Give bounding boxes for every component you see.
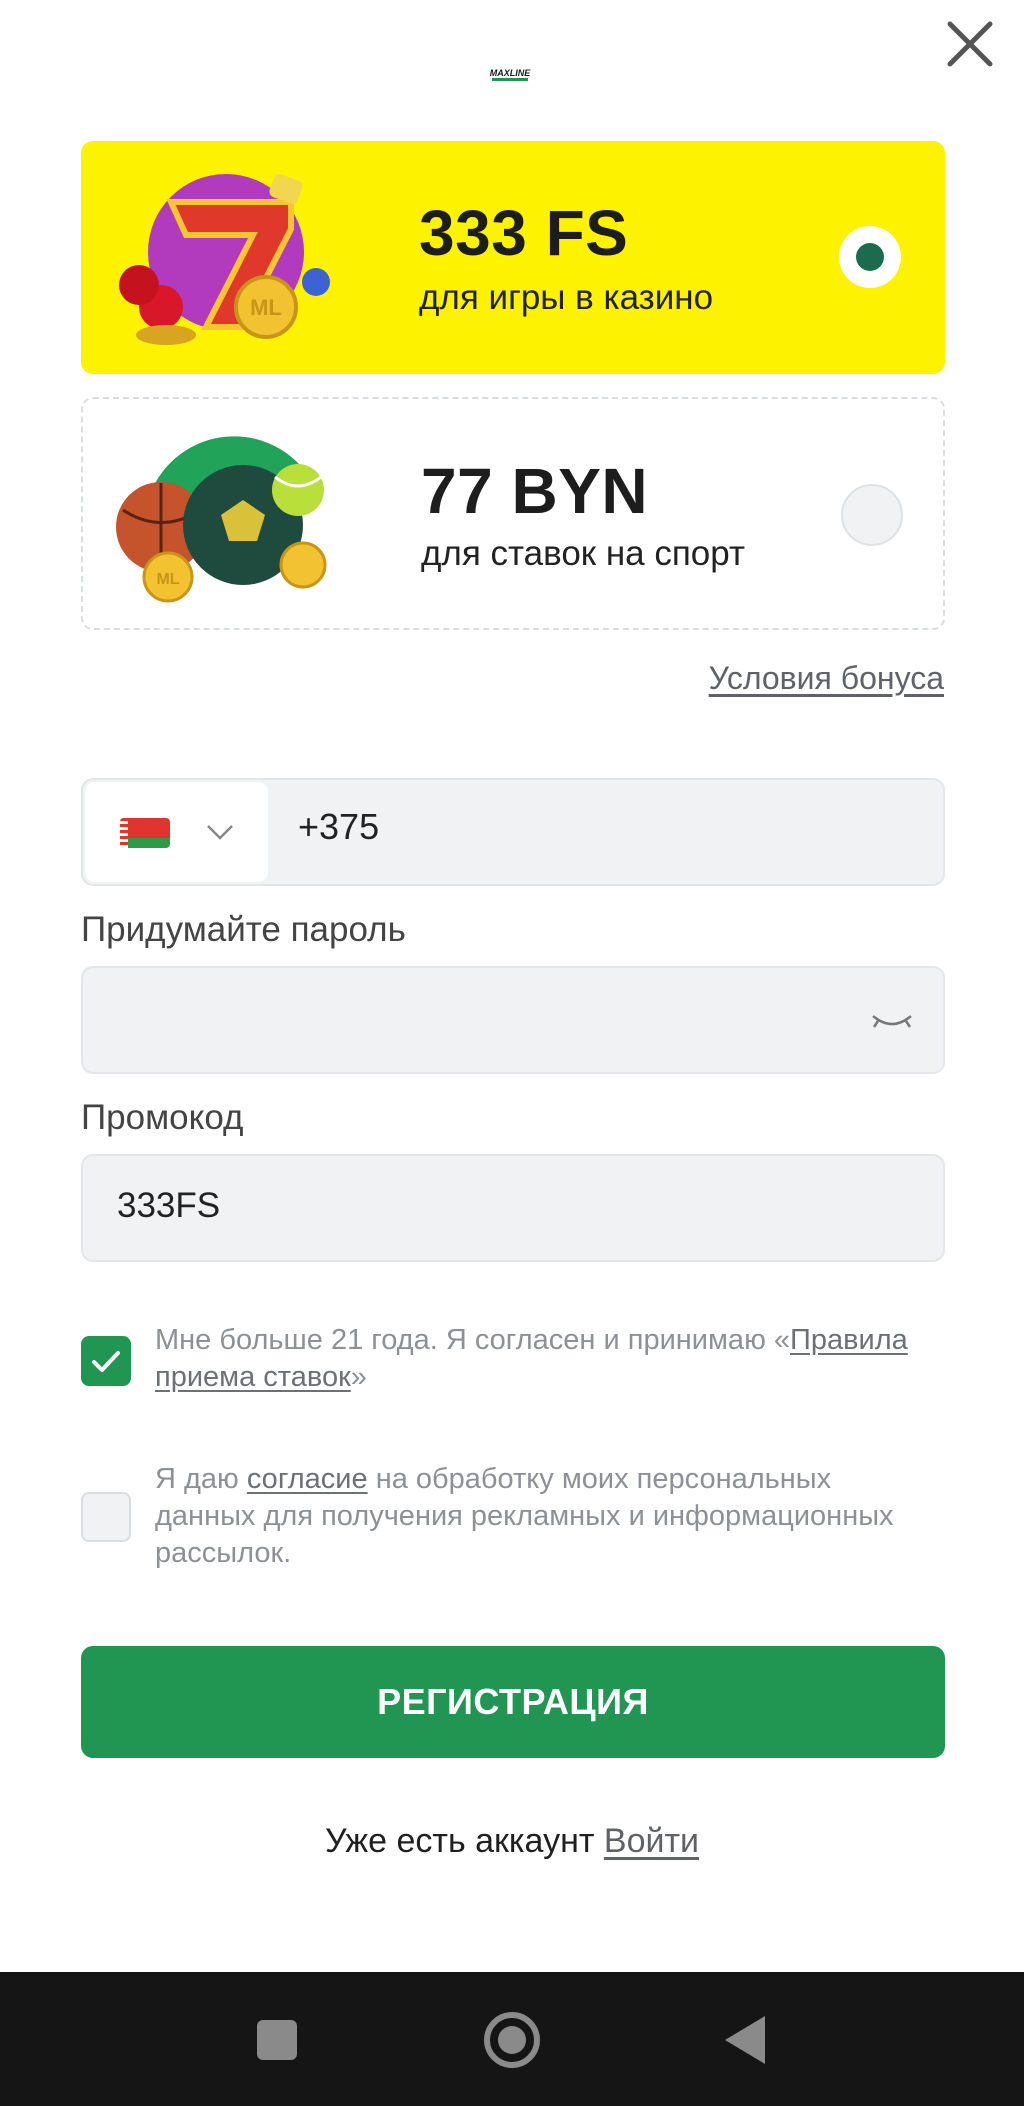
chevron-down-icon — [207, 825, 233, 840]
system-nav-bar — [0, 1972, 1024, 2106]
casino-slot-seven-icon: ML — [119, 174, 330, 345]
password-label: Придумайте пароль — [81, 910, 406, 949]
bonus-radio-unselected[interactable] — [841, 484, 903, 546]
bonus-terms-link[interactable]: Условия бонуса — [709, 660, 944, 697]
password-input[interactable] — [81, 966, 945, 1074]
back-triangle-icon[interactable] — [715, 2008, 779, 2072]
svg-text:ML: ML — [250, 295, 282, 320]
bonus-amount: 77 BYN — [421, 455, 649, 527]
bonus-amount: 333 FS — [419, 197, 629, 269]
promo-field[interactable]: 333FS — [81, 1154, 945, 1262]
login-prompt: Уже есть аккаунт Войти — [0, 1822, 1024, 1861]
promo-input[interactable]: 333FS — [117, 1186, 220, 1226]
marketing-agreement-text: Я даю согласие на обработку моих персона… — [155, 1463, 894, 1569]
close-button[interactable] — [944, 18, 996, 70]
register-button[interactable]: РЕГИСТРАЦИЯ — [81, 1646, 945, 1758]
marketing-checkbox[interactable] — [81, 1492, 131, 1542]
home-circle-icon[interactable] — [480, 2008, 544, 2072]
checkmark-icon — [92, 1351, 120, 1372]
consent-link[interactable]: согласие — [247, 1463, 368, 1495]
logo-text: MAXLINE — [490, 68, 531, 78]
phone-field: +375 — [81, 778, 945, 886]
bonus-card-casino[interactable]: ML 333 FS для игры в казино — [81, 141, 945, 374]
recents-square-icon[interactable] — [245, 2008, 309, 2072]
age-agreement-text: Мне больше 21 года. Я согласен и принима… — [155, 1324, 908, 1393]
country-select[interactable] — [85, 782, 268, 882]
bonus-subtitle: для игры в казино — [419, 278, 714, 317]
svg-text:ML: ML — [156, 571, 179, 588]
close-icon — [947, 21, 993, 67]
phone-input[interactable]: +375 — [298, 806, 898, 848]
maxline-logo: MAXLINE — [480, 62, 540, 84]
bonus-radio-selected[interactable] — [839, 226, 901, 288]
login-prompt-text: Уже есть аккаунт — [324, 1822, 595, 1860]
promo-label: Промокод — [81, 1098, 244, 1137]
bonus-card-sport[interactable]: ML 77 BYN для ставок на спорт — [81, 397, 945, 630]
sport-balls-icon: ML — [116, 436, 327, 603]
eye-closed-icon[interactable] — [869, 1006, 915, 1036]
belarus-flag-icon — [120, 818, 170, 848]
login-link[interactable]: Войти — [604, 1822, 699, 1860]
bonus-subtitle: для ставок на спорт — [421, 534, 745, 573]
age-checkbox[interactable] — [81, 1336, 131, 1386]
